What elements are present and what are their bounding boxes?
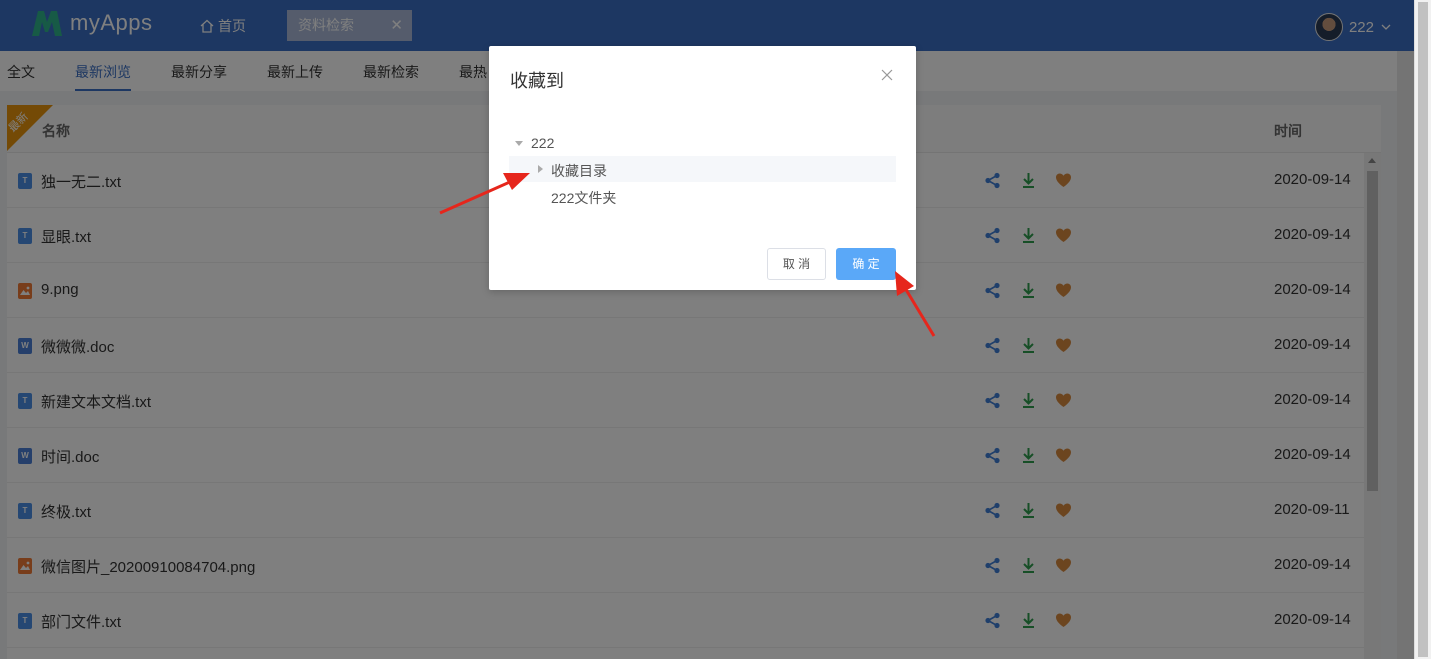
tree-node-root[interactable]: 222 [515, 135, 554, 151]
tree-node-favorites[interactable]: 收藏目录 [509, 156, 896, 182]
page-scrollbar-thumb[interactable] [1418, 2, 1428, 657]
page-scrollbar[interactable] [1414, 0, 1431, 659]
cancel-button[interactable]: 取 消 [767, 248, 826, 280]
tree-node-folder[interactable]: 222文件夹 [551, 188, 616, 208]
caret-down-icon[interactable] [515, 140, 523, 146]
favorite-dialog: 收藏到 222 收藏目录 222文件夹 取 消 确 定 [489, 46, 916, 290]
confirm-button[interactable]: 确 定 [836, 248, 896, 280]
tree-node-favorites-label: 收藏目录 [551, 163, 607, 179]
tree-node-root-label: 222 [531, 135, 555, 151]
caret-right-icon[interactable] [538, 165, 543, 173]
close-icon[interactable] [880, 68, 894, 82]
dialog-title: 收藏到 [510, 71, 564, 91]
